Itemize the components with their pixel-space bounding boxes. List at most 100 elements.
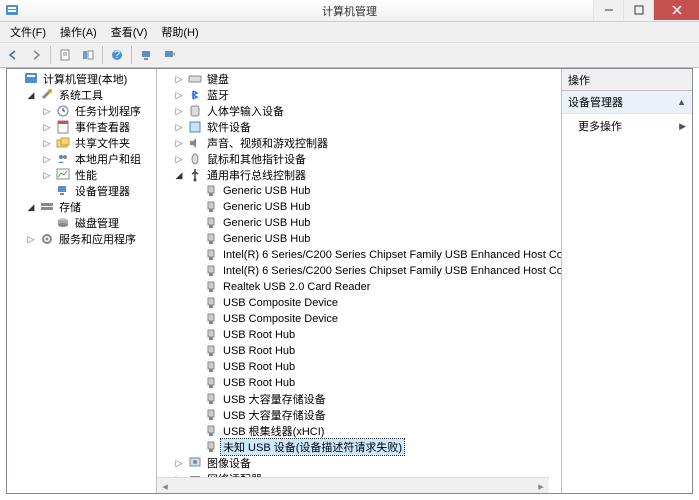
properties-button[interactable] [54, 44, 76, 66]
tree-item[interactable]: Intel(R) 6 Series/C200 Series Chipset Fa… [157, 247, 561, 263]
tree-item[interactable]: ▷图像设备 [157, 455, 561, 471]
expander-open-icon[interactable]: ◢ [173, 169, 185, 181]
image-icon [187, 455, 203, 471]
menu-help[interactable]: 帮助(H) [155, 22, 204, 42]
forward-button[interactable] [25, 44, 47, 66]
tree-item-label: 人体学输入设备 [205, 103, 286, 119]
tree-item-label: Generic USB Hub [221, 185, 312, 197]
expander-closed-icon[interactable]: ▷ [173, 121, 185, 133]
scroll-right-button[interactable]: ▸ [533, 478, 549, 493]
close-button[interactable] [653, 0, 699, 20]
menubar: 文件(F) 操作(A) 查看(V) 帮助(H) [0, 22, 699, 42]
expander-closed-icon[interactable]: ▷ [173, 137, 185, 149]
left-pane[interactable]: 计算机管理(本地)◢系统工具▷任务计划程序▷事件查看器▷共享文件夹▷本地用户和组… [7, 69, 157, 493]
expander-none [189, 185, 201, 197]
scan-button[interactable] [135, 44, 157, 66]
more-actions[interactable]: 更多操作 ▶ [562, 114, 692, 138]
console-tree: 计算机管理(本地)◢系统工具▷任务计划程序▷事件查看器▷共享文件夹▷本地用户和组… [7, 69, 156, 249]
tree-item[interactable]: USB 大容量存储设备 [157, 391, 561, 407]
tree-item[interactable]: ▷声音、视频和游戏控制器 [157, 135, 561, 151]
tree-item-label: 通用串行总线控制器 [205, 167, 308, 183]
tree-item[interactable]: 计算机管理(本地) [7, 71, 156, 87]
scroll-left-button[interactable]: ◂ [157, 478, 173, 493]
expander-closed-icon[interactable]: ▷ [25, 233, 37, 245]
tree-item[interactable]: Generic USB Hub [157, 231, 561, 247]
tree-item[interactable]: USB Composite Device [157, 311, 561, 327]
help-button[interactable]: ? [106, 44, 128, 66]
tree-item[interactable]: Intel(R) 6 Series/C200 Series Chipset Fa… [157, 263, 561, 279]
tree-item[interactable]: ◢存储 [7, 199, 156, 215]
expander-closed-icon[interactable]: ▷ [173, 457, 185, 469]
tree-item[interactable]: ▷键盘 [157, 71, 561, 87]
expander-open-icon[interactable]: ◢ [25, 89, 37, 101]
expander-closed-icon[interactable]: ▷ [41, 153, 53, 165]
minimize-button[interactable] [593, 0, 623, 20]
tree-item[interactable]: USB Root Hub [157, 375, 561, 391]
refresh-button[interactable] [158, 44, 180, 66]
share-icon [55, 135, 71, 151]
tree-item[interactable]: ▷事件查看器 [7, 119, 156, 135]
tree-item-label: 本地用户和组 [73, 151, 143, 167]
expander-closed-icon[interactable]: ▷ [173, 73, 185, 85]
tree-item[interactable]: Generic USB Hub [157, 183, 561, 199]
menu-file[interactable]: 文件(F) [4, 22, 52, 42]
keyboard-icon [187, 71, 203, 87]
usbdev-icon [203, 263, 219, 279]
tree-item-label: USB Composite Device [221, 313, 340, 325]
tree-item[interactable]: USB 大容量存储设备 [157, 407, 561, 423]
tree-item[interactable]: ▷ 本地用户和组 [7, 151, 156, 167]
tree-item[interactable]: 磁盘管理 [7, 215, 156, 231]
expander-none [41, 185, 53, 197]
usbdev-icon [203, 199, 219, 215]
tree-item[interactable]: ▷ 人体学输入设备 [157, 103, 561, 119]
tree-item[interactable]: ▷蓝牙 [157, 87, 561, 103]
actions-section[interactable]: 设备管理器 ▲ [562, 91, 692, 114]
tree-item[interactable]: USB Root Hub [157, 343, 561, 359]
tree-item[interactable]: Realtek USB 2.0 Card Reader [157, 279, 561, 295]
tree-item[interactable]: ▷任务计划程序 [7, 103, 156, 119]
sound-icon [187, 135, 203, 151]
tree-item[interactable]: ▷共享文件夹 [7, 135, 156, 151]
expander-closed-icon[interactable]: ▷ [41, 121, 53, 133]
tree-item[interactable]: 未知 USB 设备(设备描述符请求失败) [157, 439, 561, 455]
menu-action[interactable]: 操作(A) [54, 22, 103, 42]
center-pane[interactable]: ▷键盘▷蓝牙▷人体学输入设备▷软件设备▷声音、视频和游戏控制器▷鼠标和其他指针设… [157, 69, 562, 493]
expander-none [189, 217, 201, 229]
tree-item[interactable]: Generic USB Hub [157, 215, 561, 231]
tree-item[interactable]: ◢系统工具 [7, 87, 156, 103]
expander-none [189, 329, 201, 341]
tree-item[interactable]: ▷软件设备 [157, 119, 561, 135]
wrench-icon [39, 87, 55, 103]
tree-item[interactable]: 设备管理器 [7, 183, 156, 199]
expander-none [189, 393, 201, 405]
expander-none [189, 265, 201, 277]
horizontal-scrollbar[interactable]: ◂ ▸ [157, 477, 549, 493]
tree-item[interactable]: ◢ 通用串行总线控制器 [157, 167, 561, 183]
app-icon [4, 3, 20, 19]
tree-item-label: Realtek USB 2.0 Card Reader [221, 281, 372, 293]
menu-view[interactable]: 查看(V) [105, 22, 154, 42]
expander-closed-icon[interactable]: ▷ [173, 153, 185, 165]
tree-item[interactable]: USB Root Hub [157, 327, 561, 343]
tree-item[interactable]: USB 根集线器(xHCI) [157, 423, 561, 439]
expander-closed-icon[interactable]: ▷ [173, 105, 185, 117]
expander-closed-icon[interactable]: ▷ [173, 89, 185, 101]
tree-item[interactable]: USB Root Hub [157, 359, 561, 375]
mmc-icon [23, 71, 39, 87]
expander-open-icon[interactable]: ◢ [25, 201, 37, 213]
tree-item-label: USB Root Hub [221, 345, 297, 357]
tree-item[interactable]: USB Composite Device [157, 295, 561, 311]
expander-closed-icon[interactable]: ▷ [41, 137, 53, 149]
tree-item[interactable]: ▷服务和应用程序 [7, 231, 156, 247]
maximize-button[interactable] [623, 0, 653, 20]
usbdev-icon [203, 359, 219, 375]
back-button[interactable] [2, 44, 24, 66]
expander-closed-icon[interactable]: ▷ [41, 169, 53, 181]
tree-item[interactable]: ▷性能 [7, 167, 156, 183]
storage-icon [39, 199, 55, 215]
tree-item[interactable]: Generic USB Hub [157, 199, 561, 215]
usbdev-icon [203, 311, 219, 327]
tree-item[interactable]: ▷鼠标和其他指针设备 [157, 151, 561, 167]
show-hide-button[interactable] [77, 44, 99, 66]
expander-closed-icon[interactable]: ▷ [41, 105, 53, 117]
